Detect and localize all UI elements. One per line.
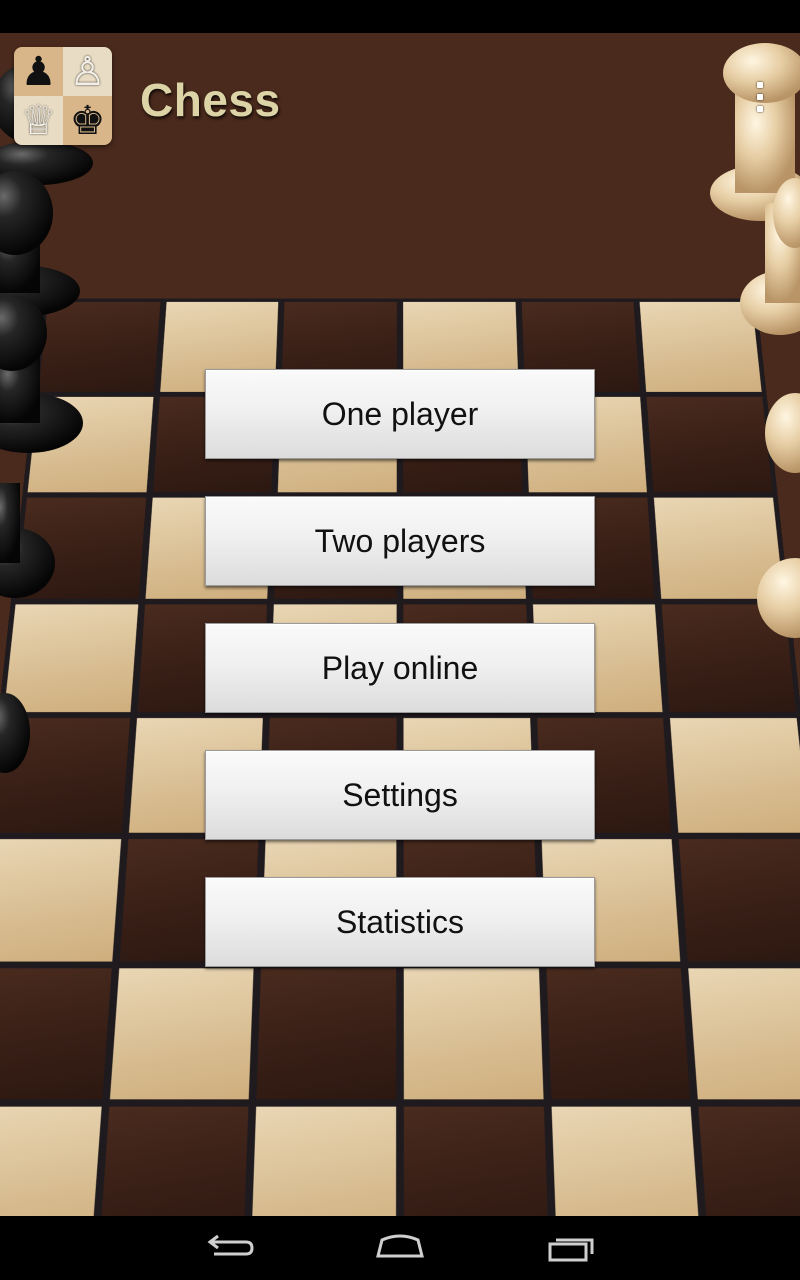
board-square [551, 1106, 701, 1216]
screen: ♟ ♙ ♕ ♚ Chess One player Two players Pla… [0, 0, 800, 1280]
chess-app-icon[interactable]: ♟ ♙ ♕ ♚ [14, 47, 112, 145]
board-square [0, 1106, 102, 1216]
board-square [38, 301, 161, 392]
board-square [0, 968, 112, 1100]
board-square [679, 839, 800, 962]
black-pawn-2 [0, 171, 80, 317]
board-square [16, 497, 146, 599]
board-square [698, 1106, 800, 1216]
one-player-button[interactable]: One player [205, 369, 595, 459]
board-square [639, 301, 762, 392]
white-pawn-icon: ♙ [63, 47, 112, 96]
board-square [0, 839, 121, 962]
black-king-icon: ♚ [63, 96, 112, 145]
overflow-menu-icon[interactable] [740, 77, 780, 117]
board-square [661, 604, 797, 713]
navigation-bar [0, 1216, 800, 1280]
board-square [670, 718, 800, 833]
app-title: Chess [140, 74, 281, 126]
board-square [646, 396, 773, 493]
statistics-button[interactable]: Statistics [205, 877, 595, 967]
two-players-button[interactable]: Two players [205, 496, 595, 586]
settings-button[interactable]: Settings [205, 750, 595, 840]
white-queen-icon: ♕ [14, 96, 63, 145]
board-square [99, 1106, 249, 1216]
play-online-button[interactable]: Play online [205, 623, 595, 713]
board-square [0, 718, 130, 833]
home-icon[interactable] [360, 1228, 440, 1268]
board-square [654, 497, 784, 599]
recent-apps-icon[interactable] [532, 1228, 612, 1268]
board-square [27, 396, 154, 493]
back-icon[interactable] [190, 1228, 270, 1268]
status-bar [0, 0, 800, 33]
board-square [3, 604, 139, 713]
action-bar: ♟ ♙ ♕ ♚ Chess [0, 33, 800, 145]
main-menu: One player Two players Play online Setti… [205, 369, 595, 1004]
board-square [251, 1106, 397, 1216]
board-square [403, 1106, 549, 1216]
black-pawn-icon: ♟ [14, 47, 63, 96]
board-square [688, 968, 800, 1100]
